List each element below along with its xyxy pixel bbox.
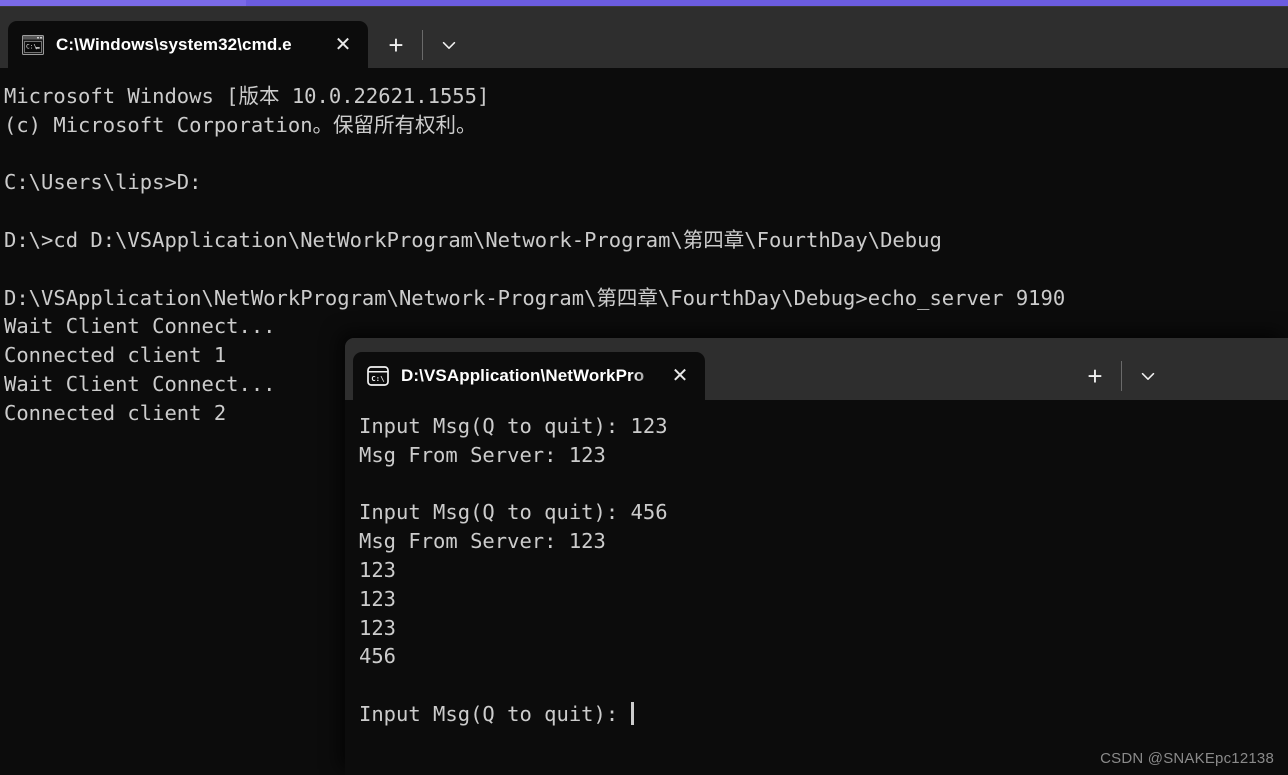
close-icon[interactable]: ✕ xyxy=(663,359,697,393)
client-tab-title: D:\VSApplication\NetWorkPro xyxy=(401,366,645,385)
server-titlebar[interactable]: C:\ C:\Windows\system32\cmd.e ✕ + xyxy=(0,6,1288,69)
server-tab[interactable]: C:\ C:\Windows\system32\cmd.e ✕ xyxy=(8,21,368,69)
close-icon[interactable]: ✕ xyxy=(326,28,360,62)
toolbar-divider xyxy=(1121,361,1122,391)
chevron-down-icon[interactable] xyxy=(1126,354,1170,398)
svg-text:C:\: C:\ xyxy=(26,44,37,51)
svg-text:C:\: C:\ xyxy=(371,374,385,383)
new-tab-button[interactable]: + xyxy=(374,23,418,67)
client-titlebar[interactable]: C:\ D:\VSApplication\NetWorkPro ✕ + xyxy=(345,338,1288,400)
chevron-down-icon[interactable] xyxy=(427,23,471,67)
client-console-text: Input Msg(Q to quit): 123 Msg From Serve… xyxy=(359,414,668,726)
terminal-cmd-profile-icon: C:\ xyxy=(367,366,389,386)
toolbar-divider xyxy=(422,30,423,60)
server-tab-title: C:\Windows\system32\cmd.e xyxy=(56,35,292,54)
new-tab-button[interactable]: + xyxy=(1073,354,1117,398)
cmd-console-icon: C:\ xyxy=(22,35,44,55)
client-console-output[interactable]: Input Msg(Q to quit): 123 Msg From Serve… xyxy=(345,400,1288,775)
client-tabbar-actions: + xyxy=(1073,352,1170,400)
text-cursor xyxy=(630,701,634,725)
csdn-watermark: CSDN @SNAKEpc12138 xyxy=(1100,750,1274,767)
client-terminal-window: C:\ D:\VSApplication\NetWorkPro ✕ + Inpu… xyxy=(345,338,1288,775)
client-tab[interactable]: C:\ D:\VSApplication\NetWorkPro ✕ xyxy=(353,352,705,400)
server-tabbar-actions: + xyxy=(374,21,471,69)
